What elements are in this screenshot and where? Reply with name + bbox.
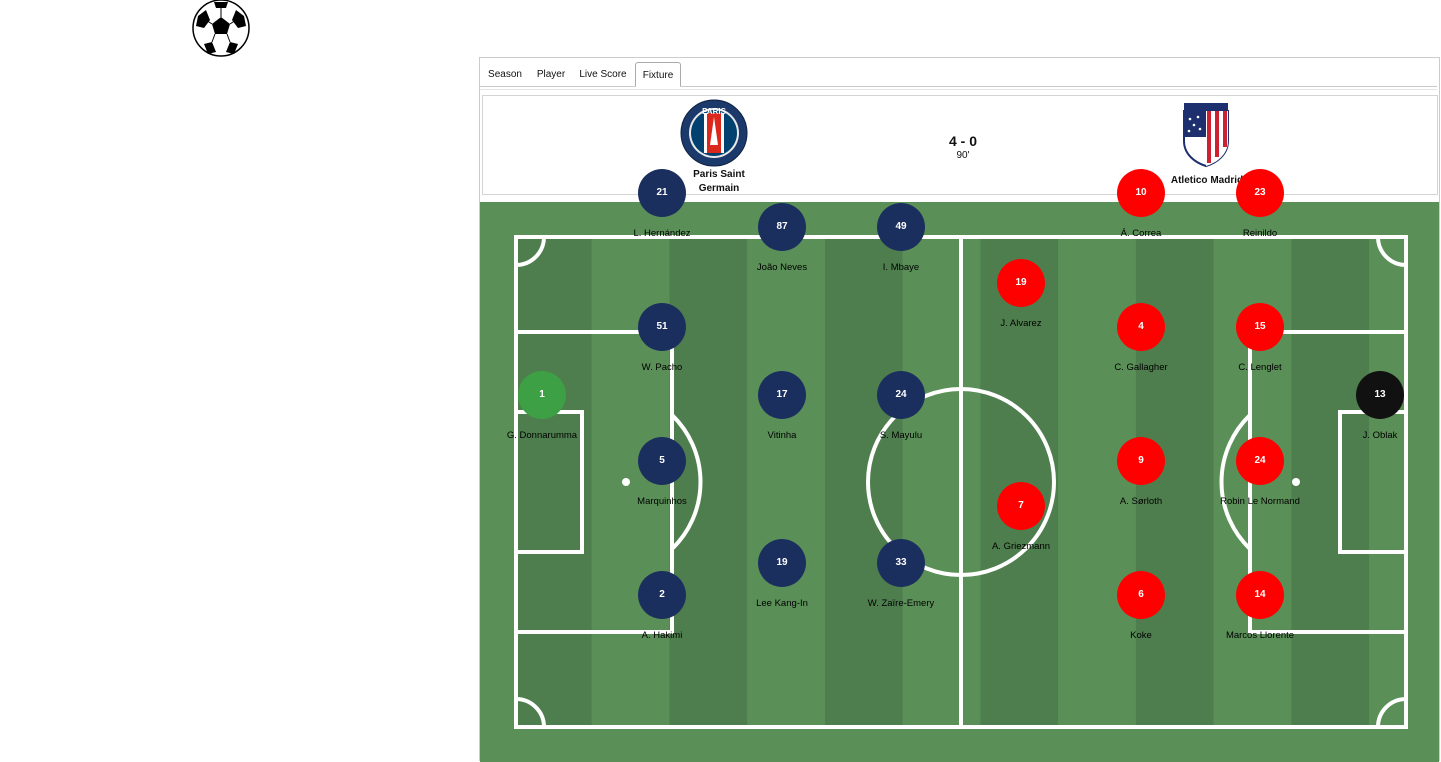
away-player-6[interactable]: 6 [1117, 571, 1165, 619]
home-player-name: W. Zaïre-Emery [867, 598, 935, 609]
away-player-15[interactable]: 15 [1236, 303, 1284, 351]
atletico-crest-icon [1183, 103, 1229, 167]
home-player-name: João Neves [756, 262, 808, 273]
home-player-name: A. Hakimi [641, 630, 683, 641]
tab-bar: Season Player Live Score Fixture [480, 58, 1437, 87]
away-player-14[interactable]: 14 [1236, 571, 1284, 619]
svg-text:PARIS: PARIS [702, 107, 727, 116]
away-player-13[interactable]: 13 [1356, 371, 1404, 419]
home-player-2[interactable]: 2 [638, 571, 686, 619]
away-player-name: C. Gallagher [1114, 362, 1168, 373]
home-player-33[interactable]: 33 [877, 539, 925, 587]
away-player-name: Reinildo [1242, 228, 1278, 239]
away-player-23[interactable]: 23 [1236, 169, 1284, 217]
soccer-ball-icon [192, 0, 250, 57]
away-player-7[interactable]: 7 [997, 482, 1045, 530]
home-player-51[interactable]: 51 [638, 303, 686, 351]
home-player-87[interactable]: 87 [758, 203, 806, 251]
home-player-name: Vitinha [767, 430, 797, 441]
tab-player[interactable]: Player [534, 62, 568, 85]
fixture-panel: Season Player Live Score Fixture PARIS P… [479, 57, 1440, 762]
home-team-name: Paris Saint Germain [693, 169, 745, 194]
tab-fixture[interactable]: Fixture [635, 62, 681, 87]
away-player-name: Á. Correa [1120, 228, 1162, 239]
away-player-name: C. Lenglet [1238, 362, 1282, 373]
away-player-name: J. Alvarez [1000, 318, 1042, 329]
home-player-21[interactable]: 21 [638, 169, 686, 217]
match-score: 4 - 0 [948, 133, 977, 149]
divider [480, 89, 1437, 90]
away-player-name: Koke [1130, 630, 1152, 641]
away-player-4[interactable]: 4 [1117, 303, 1165, 351]
away-player-name: Robin Le Normand [1220, 496, 1300, 507]
match-minute: 90' [956, 150, 970, 161]
psg-crest-icon: PARIS [680, 99, 748, 167]
tab-live-score[interactable]: Live Score [578, 62, 628, 85]
home-player-name: Marquinhos [637, 496, 687, 507]
pitch: 1 G. Donnarumma 21 L. Hernández 51 W. Pacho 5 M… [480, 169, 1439, 762]
away-player-name: A. Sørloth [1119, 496, 1163, 507]
home-player-1[interactable]: 1 [518, 371, 566, 419]
home-player-name: I. Mbaye [882, 262, 920, 273]
home-player-19[interactable]: 19 [758, 539, 806, 587]
away-player-name: J. Oblak [1362, 430, 1398, 441]
away-player-9[interactable]: 9 [1117, 437, 1165, 485]
away-player-19[interactable]: 19 [997, 259, 1045, 307]
home-player-name: G. Donnarumma [506, 430, 578, 441]
home-player-name: Lee Kang-In [756, 598, 808, 609]
away-player-name: Marcos Llorente [1225, 630, 1295, 641]
match-header: PARIS Paris Saint Germain 4 - 0 90' Atlet… [482, 95, 1438, 195]
away-player-10[interactable]: 10 [1117, 169, 1165, 217]
home-player-17[interactable]: 17 [758, 371, 806, 419]
home-player-5[interactable]: 5 [638, 437, 686, 485]
tab-season[interactable]: Season [486, 62, 524, 85]
home-player-name: S. Mayulu [879, 430, 923, 441]
away-player-name: A. Griezmann [991, 541, 1051, 552]
away-player-24[interactable]: 24 [1236, 437, 1284, 485]
home-player-name: W. Pacho [641, 362, 683, 373]
home-player-24[interactable]: 24 [877, 371, 925, 419]
home-player-49[interactable]: 49 [877, 203, 925, 251]
home-player-name: L. Hernández [633, 228, 691, 239]
